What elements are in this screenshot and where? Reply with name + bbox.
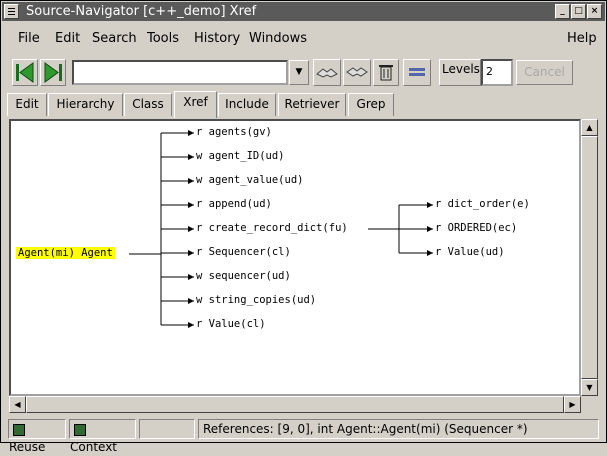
menu-search[interactable]: Search bbox=[92, 31, 137, 46]
scroll-down-button[interactable]: ▼ bbox=[581, 379, 598, 396]
status-message: References: [9, 0], int Agent::Agent(mi)… bbox=[198, 419, 599, 439]
status-spacer bbox=[139, 419, 195, 439]
cancel-button[interactable]: Cancel bbox=[516, 60, 573, 85]
refs-to-button[interactable] bbox=[313, 59, 341, 86]
context-indicator bbox=[74, 423, 86, 436]
title-bar: Source-Navigator [c++_demo] Xref _ □ × bbox=[2, 2, 605, 21]
graph-button[interactable] bbox=[403, 59, 431, 86]
tab-retriever[interactable]: Retriever bbox=[278, 93, 346, 116]
menu-history[interactable]: History bbox=[194, 31, 240, 46]
xref-child-node[interactable]: w string_copies(ud) bbox=[196, 294, 316, 306]
back-arrow-icon bbox=[16, 62, 34, 83]
maximize-button[interactable]: □ bbox=[571, 4, 586, 19]
vertical-scroll-thumb[interactable] bbox=[581, 136, 598, 379]
trash-icon bbox=[379, 65, 393, 81]
app-window: Source-Navigator [c++_demo] Xref _ □ × F… bbox=[0, 0, 607, 454]
close-button[interactable]: × bbox=[587, 4, 602, 19]
tab-edit[interactable]: Edit bbox=[7, 93, 47, 116]
xref-child-node[interactable]: r append(ud) bbox=[196, 198, 272, 210]
left-arrow-icon: ◀ bbox=[14, 400, 21, 409]
levels-label: Levels bbox=[439, 59, 481, 86]
xref-grandchild-node[interactable]: r Value(ud) bbox=[435, 246, 505, 258]
back-button[interactable] bbox=[12, 59, 38, 86]
xref-graph-canvas[interactable]: Agent(mi) Agent r agents(gv) w agent_ID(u… bbox=[9, 119, 581, 396]
view-tabs: Edit Hierarchy Class Xref Include Retrie… bbox=[2, 91, 605, 118]
vertical-scrollbar[interactable]: ▲ ▼ bbox=[581, 119, 598, 396]
xref-grandchild-node[interactable]: r ORDERED(ec) bbox=[435, 222, 517, 234]
context-label: Context bbox=[70, 440, 118, 454]
levels-input[interactable]: 2 bbox=[481, 59, 513, 86]
xref-child-node[interactable]: r Value(cl) bbox=[196, 318, 266, 330]
scroll-left-button[interactable]: ◀ bbox=[9, 396, 26, 413]
tab-xref[interactable]: Xref bbox=[174, 91, 217, 118]
tab-grep[interactable]: Grep bbox=[348, 93, 394, 116]
window-menu-button[interactable] bbox=[4, 4, 19, 19]
reuse-label: Reuse bbox=[9, 440, 46, 454]
menu-tools[interactable]: Tools bbox=[147, 31, 179, 46]
tab-class[interactable]: Class bbox=[124, 93, 172, 116]
status-bar: Reuse Context References: [9, 0], int Ag… bbox=[2, 415, 605, 454]
reuse-indicator bbox=[13, 423, 25, 436]
symbol-combo-input[interactable] bbox=[72, 60, 288, 85]
xref-grandchild-node[interactable]: r dict_order(e) bbox=[435, 198, 530, 210]
forward-button[interactable] bbox=[40, 59, 66, 86]
reuse-toggle[interactable]: Reuse bbox=[8, 419, 66, 454]
context-toggle[interactable]: Context bbox=[69, 419, 136, 454]
graph-icon bbox=[409, 68, 425, 76]
chevron-down-icon: ▼ bbox=[295, 67, 303, 77]
menu-help[interactable]: Help bbox=[567, 31, 597, 46]
minimize-button[interactable]: _ bbox=[555, 4, 570, 19]
forward-arrow-icon bbox=[44, 62, 62, 83]
horizontal-scrollbar[interactable]: ◀ ▶ bbox=[9, 396, 581, 413]
xref-child-node[interactable]: w agent_ID(ud) bbox=[196, 150, 285, 162]
menu-edit[interactable]: Edit bbox=[55, 31, 80, 46]
menu-file[interactable]: File bbox=[18, 31, 40, 46]
down-arrow-icon: ▼ bbox=[586, 383, 593, 392]
combo-dropdown-button[interactable]: ▼ bbox=[289, 60, 309, 85]
tab-hierarchy[interactable]: Hierarchy bbox=[48, 93, 123, 116]
right-arrow-icon: ▶ bbox=[569, 400, 576, 409]
scroll-up-button[interactable]: ▲ bbox=[581, 119, 598, 136]
delete-button[interactable] bbox=[373, 59, 399, 86]
handshake-icon bbox=[316, 68, 338, 78]
toolbar: ▼ Levels 2 Cancel bbox=[2, 56, 605, 90]
menu-windows[interactable]: Windows bbox=[249, 31, 307, 46]
xref-child-node[interactable]: w sequencer(ud) bbox=[196, 270, 291, 282]
handshake-icon bbox=[346, 67, 368, 77]
xref-child-node[interactable]: r Sequencer(cl) bbox=[196, 246, 291, 258]
refs-by-button[interactable] bbox=[343, 59, 371, 86]
xref-child-node[interactable]: w agent_value(ud) bbox=[196, 174, 303, 186]
up-arrow-icon: ▲ bbox=[586, 123, 593, 132]
menu-bar: File Edit Search Tools History Windows H… bbox=[2, 25, 605, 53]
xref-child-node[interactable]: r create_record_dict(fu) bbox=[196, 222, 348, 234]
window-title: Source-Navigator [c++_demo] Xref bbox=[26, 4, 257, 19]
scroll-right-button[interactable]: ▶ bbox=[564, 396, 581, 413]
xref-child-node[interactable]: r agents(gv) bbox=[196, 126, 272, 138]
horizontal-scroll-thumb[interactable] bbox=[26, 396, 564, 413]
tab-include[interactable]: Include bbox=[218, 93, 276, 116]
xref-root-node[interactable]: Agent(mi) Agent bbox=[16, 247, 115, 259]
